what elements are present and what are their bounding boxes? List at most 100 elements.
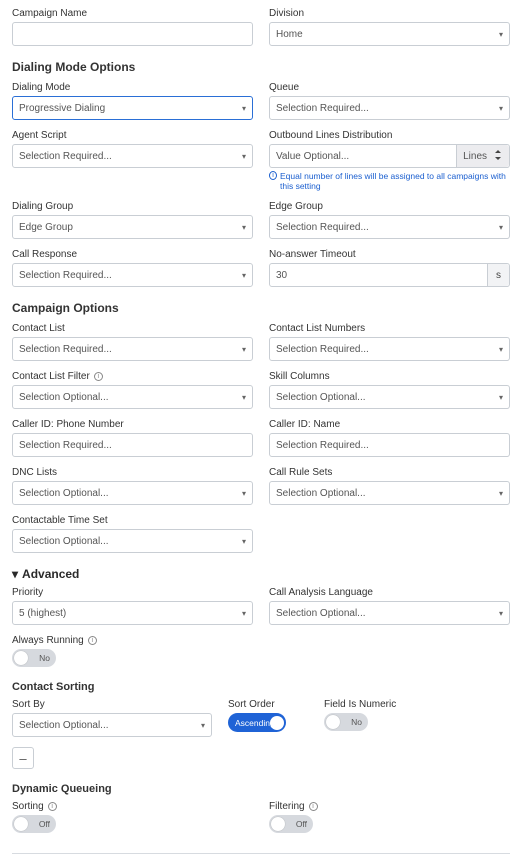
skill-columns-select[interactable]: Selection Optional... ▾ bbox=[269, 385, 510, 409]
contact-list-select[interactable]: Selection Required... ▾ bbox=[12, 337, 253, 361]
agent-script-select[interactable]: Selection Required... ▾ bbox=[12, 144, 253, 168]
toggle-knob bbox=[271, 817, 285, 831]
contact-list-filter-value: Selection Optional... bbox=[19, 392, 109, 403]
info-icon: i bbox=[94, 372, 103, 381]
chevron-down-icon: ▾ bbox=[499, 393, 503, 402]
advanced-label: Advanced bbox=[22, 567, 79, 581]
queue-select[interactable]: Selection Required... ▾ bbox=[269, 96, 510, 120]
sort-by-value: Selection Optional... bbox=[19, 720, 109, 731]
contact-sorting-title: Contact Sorting bbox=[12, 681, 510, 693]
lines-addon-text: Lines bbox=[463, 151, 487, 162]
contact-list-value: Selection Required... bbox=[19, 344, 112, 355]
toggle-knob bbox=[14, 651, 28, 665]
sort-by-select[interactable]: Selection Optional... ▾ bbox=[12, 713, 212, 737]
contact-list-numbers-select[interactable]: Selection Required... ▾ bbox=[269, 337, 510, 361]
call-response-label: Call Response bbox=[12, 249, 253, 260]
outbound-lines-addon[interactable]: Lines bbox=[456, 145, 509, 167]
always-running-toggle[interactable]: No bbox=[12, 649, 56, 667]
edge-group-select[interactable]: Selection Required... ▾ bbox=[269, 215, 510, 239]
dialing-mode-select[interactable]: Progressive Dialing ▾ bbox=[12, 96, 253, 120]
no-answer-timeout-unit: s bbox=[487, 264, 509, 286]
dnc-lists-label: DNC Lists bbox=[12, 467, 253, 478]
info-icon: i bbox=[269, 171, 277, 180]
remove-sort-button[interactable]: – bbox=[12, 747, 34, 769]
chevron-down-icon: ▾ bbox=[242, 609, 246, 618]
chevron-down-icon: ▾ bbox=[499, 489, 503, 498]
dnc-lists-select[interactable]: Selection Optional... ▾ bbox=[12, 481, 253, 505]
sort-order-label: Sort Order bbox=[228, 699, 308, 710]
dialing-group-label: Dialing Group bbox=[12, 201, 253, 212]
chevron-down-icon: ▾ bbox=[499, 30, 503, 39]
edge-group-label: Edge Group bbox=[269, 201, 510, 212]
divider bbox=[12, 853, 510, 854]
campaign-name-input[interactable] bbox=[12, 22, 253, 46]
call-rule-sets-value: Selection Optional... bbox=[276, 488, 366, 499]
dq-sorting-label: Sorting i bbox=[12, 801, 253, 812]
chevron-down-icon: ▾ bbox=[242, 104, 246, 113]
contact-list-numbers-value: Selection Required... bbox=[276, 344, 369, 355]
caller-id-name-input[interactable]: Selection Required... bbox=[269, 433, 510, 457]
info-icon: i bbox=[309, 802, 318, 811]
chevron-down-icon: ▾ bbox=[242, 345, 246, 354]
chevron-down-icon: ▾ bbox=[242, 152, 246, 161]
sort-order-toggle[interactable]: Ascending bbox=[228, 713, 286, 732]
toggle-knob bbox=[14, 817, 28, 831]
outbound-lines-select[interactable]: Value Optional... Lines bbox=[269, 144, 510, 168]
chevron-down-icon: ▾ bbox=[499, 609, 503, 618]
caller-id-name-label: Caller ID: Name bbox=[269, 419, 510, 430]
caller-id-phone-input[interactable]: Selection Required... bbox=[12, 433, 253, 457]
chevron-down-icon: ▾ bbox=[242, 393, 246, 402]
caret-down-icon: ▾ bbox=[12, 567, 18, 581]
dialing-mode-options-title: Dialing Mode Options bbox=[12, 60, 510, 74]
always-running-label: Always Running i bbox=[12, 635, 253, 646]
priority-value: 5 (highest) bbox=[19, 608, 66, 619]
chevron-down-icon: ▾ bbox=[201, 721, 205, 730]
dialing-mode-label: Dialing Mode bbox=[12, 82, 253, 93]
advanced-toggle[interactable]: ▾ Advanced bbox=[12, 567, 510, 581]
division-select[interactable]: Home ▾ bbox=[269, 22, 510, 46]
field-is-numeric-label: Field Is Numeric bbox=[324, 699, 414, 710]
chevron-down-icon: ▾ bbox=[242, 537, 246, 546]
field-is-numeric-state: No bbox=[351, 717, 362, 727]
dq-sorting-state: Off bbox=[39, 819, 50, 829]
dq-filtering-label: Filtering i bbox=[269, 801, 510, 812]
toggle-knob bbox=[326, 715, 340, 729]
caller-id-phone-label: Caller ID: Phone Number bbox=[12, 419, 253, 430]
queue-value: Selection Required... bbox=[276, 103, 369, 114]
outbound-lines-value: Value Optional... bbox=[270, 151, 456, 162]
contact-list-filter-select[interactable]: Selection Optional... ▾ bbox=[12, 385, 253, 409]
call-analysis-language-select[interactable]: Selection Optional... ▾ bbox=[269, 601, 510, 625]
field-is-numeric-toggle[interactable]: No bbox=[324, 713, 368, 731]
always-running-state: No bbox=[39, 653, 50, 663]
campaign-name-label: Campaign Name bbox=[12, 8, 253, 19]
call-rule-sets-select[interactable]: Selection Optional... ▾ bbox=[269, 481, 510, 505]
info-icon: i bbox=[48, 802, 57, 811]
dynamic-queueing-title: Dynamic Queueing bbox=[12, 783, 510, 795]
dq-filtering-toggle[interactable]: Off bbox=[269, 815, 313, 833]
no-answer-timeout-label: No-answer Timeout bbox=[269, 249, 510, 260]
dq-filtering-state: Off bbox=[296, 819, 307, 829]
chevron-down-icon: ▾ bbox=[242, 271, 246, 280]
priority-select[interactable]: 5 (highest) ▾ bbox=[12, 601, 253, 625]
call-analysis-language-value: Selection Optional... bbox=[276, 608, 366, 619]
skill-columns-label: Skill Columns bbox=[269, 371, 510, 382]
dialing-group-select[interactable]: Edge Group ▾ bbox=[12, 215, 253, 239]
chevron-down-icon: ▾ bbox=[499, 345, 503, 354]
priority-label: Priority bbox=[12, 587, 253, 598]
no-answer-timeout-input[interactable]: 30 s bbox=[269, 263, 510, 287]
outbound-lines-label: Outbound Lines Distribution bbox=[269, 130, 510, 141]
chevron-down-icon: ▾ bbox=[499, 104, 503, 113]
agent-script-label: Agent Script bbox=[12, 130, 253, 141]
contactable-time-set-select[interactable]: Selection Optional... ▾ bbox=[12, 529, 253, 553]
toggle-knob bbox=[270, 716, 284, 730]
contact-list-numbers-label: Contact List Numbers bbox=[269, 323, 510, 334]
call-response-select[interactable]: Selection Required... ▾ bbox=[12, 263, 253, 287]
call-response-value: Selection Required... bbox=[19, 270, 112, 281]
division-value: Home bbox=[276, 29, 303, 40]
dq-sorting-toggle[interactable]: Off bbox=[12, 815, 56, 833]
no-answer-timeout-value: 30 bbox=[270, 270, 487, 281]
chevron-down-icon: ▾ bbox=[499, 223, 503, 232]
edge-group-value: Selection Required... bbox=[276, 222, 369, 233]
division-label: Division bbox=[269, 8, 510, 19]
dialing-group-value: Edge Group bbox=[19, 222, 73, 233]
